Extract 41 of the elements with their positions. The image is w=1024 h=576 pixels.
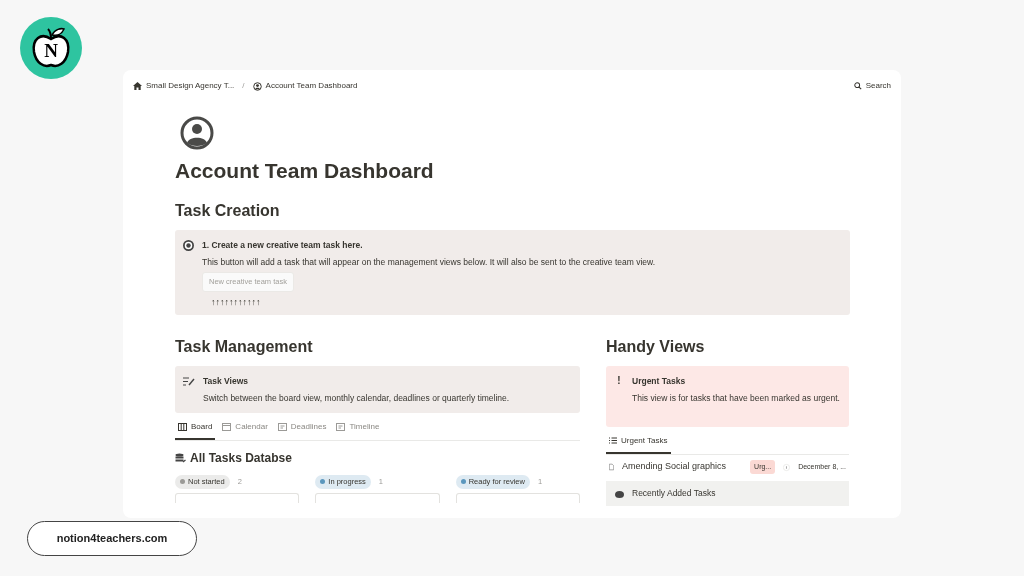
list-pen-icon	[183, 376, 195, 386]
apple-icon	[31, 27, 71, 69]
database-icon	[175, 452, 186, 464]
breadcrumb-separator: /	[242, 80, 245, 92]
breadcrumb-link[interactable]: Account Team Dashboard	[252, 80, 358, 92]
section-heading: Task Creation	[175, 201, 281, 222]
section-title: Recently Added Tasks	[632, 487, 716, 501]
view-tab[interactable]: Deadlines	[274, 417, 330, 441]
page-title: Account Team Dashboard	[175, 158, 435, 184]
columns-icon	[178, 423, 187, 432]
step-text: 1. Create a new creative team task here.	[202, 239, 363, 252]
section-heading: Handy Views	[606, 337, 706, 357]
callout-text: This view is for tasks that have been marked as urgent.	[632, 391, 840, 405]
arrows-text: ↑↑↑↑↑↑↑↑↑↑↑	[211, 295, 261, 309]
callout-title: Urgent Tasks	[632, 374, 687, 388]
search-button[interactable]: Search	[853, 80, 891, 92]
table-icon	[277, 423, 287, 432]
description-text: This button will add a task that will appear on the management views below. It will also be sent to the creative team view.	[202, 255, 656, 269]
view-tab[interactable]: Board	[175, 417, 216, 441]
user-circle-icon	[252, 81, 262, 91]
list-icon	[609, 437, 617, 445]
view-tab[interactable]: Timeline	[333, 417, 383, 441]
view-tab[interactable]: Calendar	[219, 417, 271, 441]
logo-letter: N	[43, 41, 59, 60]
breadcrumb-link[interactable]: Small Design Agency T...	[133, 80, 235, 92]
callout-text: Switch between the board view, monthly calendar, deadlines or quarterly timeline.	[203, 391, 510, 405]
callout-title: Task Views	[203, 374, 250, 388]
info-icon	[783, 461, 791, 473]
radio-icon	[183, 240, 194, 251]
section-heading: Task Management	[175, 337, 314, 357]
table-icon	[336, 423, 346, 432]
search-icon	[853, 82, 862, 90]
database-title: All Tasks Databse	[190, 450, 292, 468]
view-tab[interactable]: Urgent Tasks	[606, 430, 671, 454]
home-icon	[133, 82, 142, 90]
user-circle-icon	[180, 116, 214, 150]
website-link[interactable]: notion4teachers.com	[27, 521, 197, 556]
row-title[interactable]: Amending Social graphics	[622, 460, 727, 474]
document-icon	[609, 462, 615, 473]
exclamation-mark: !	[616, 374, 622, 388]
calendar-icon	[222, 423, 232, 432]
